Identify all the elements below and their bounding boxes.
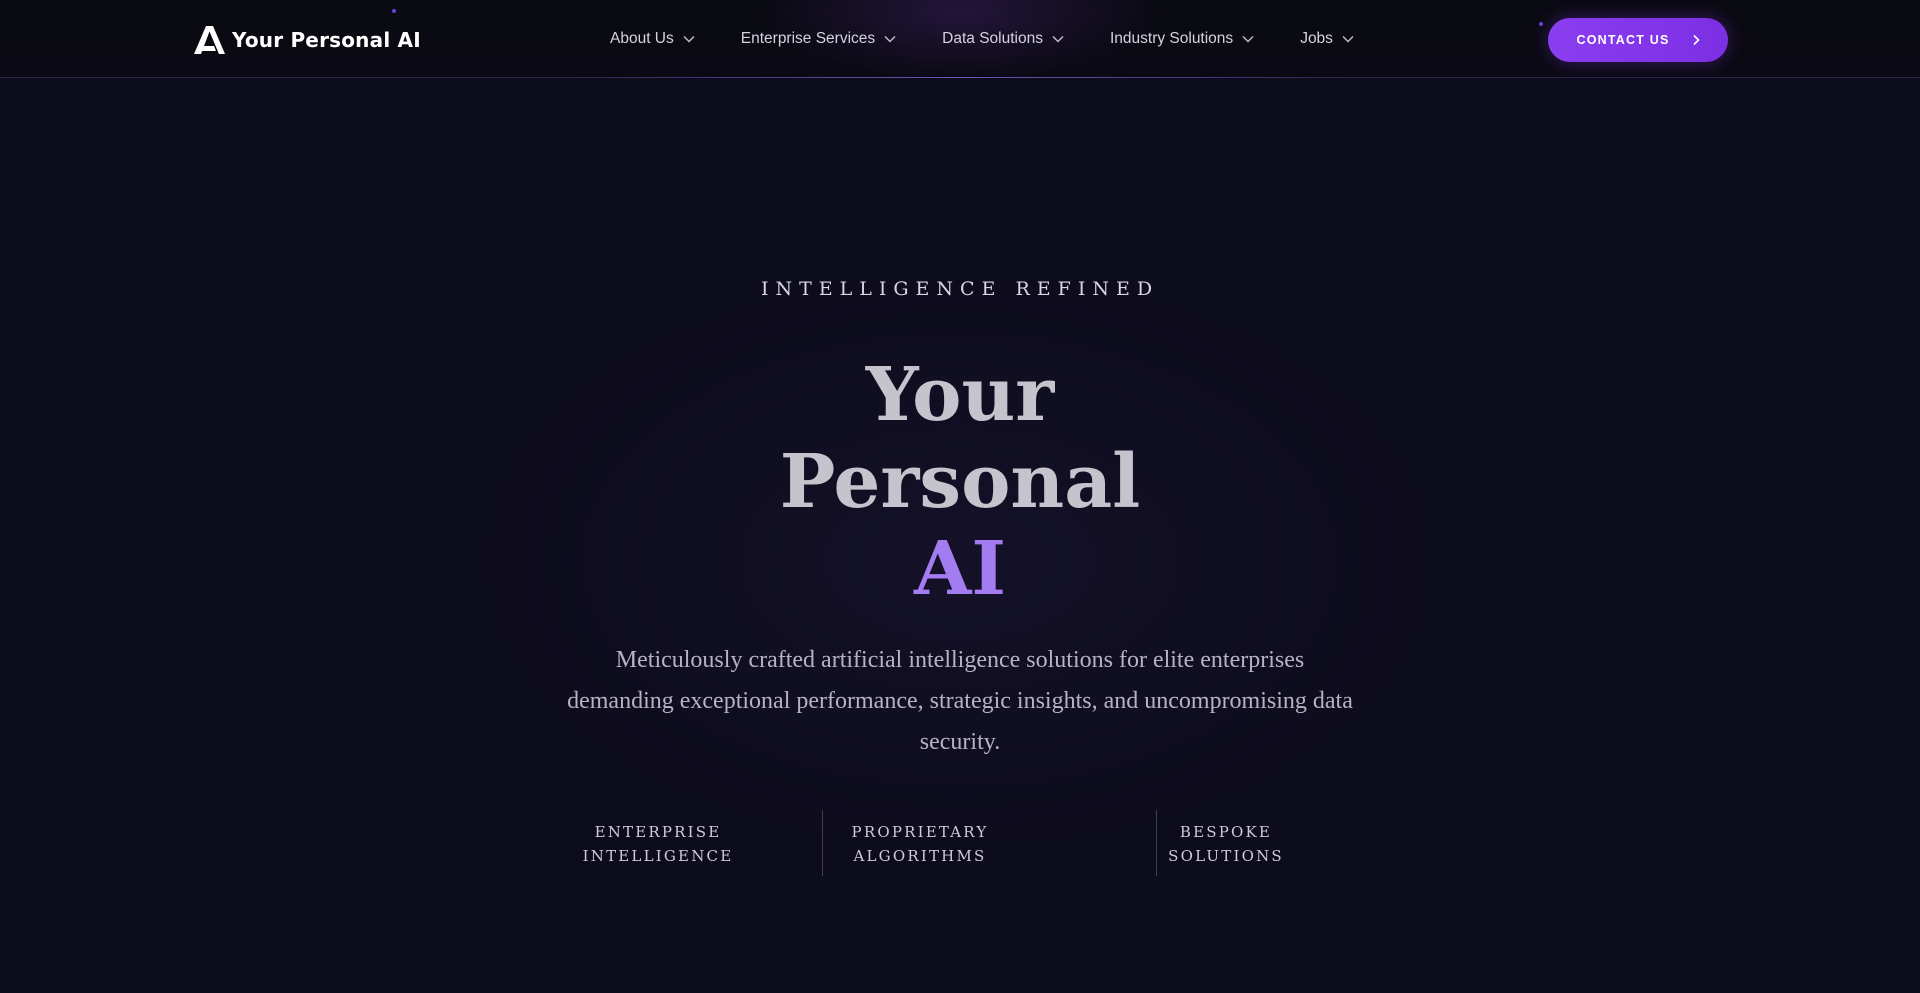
chevron-right-icon	[1692, 34, 1700, 46]
feature-bespoke-solutions: BESPOKE SOLUTIONS	[1128, 820, 1324, 868]
nav-item-label: Jobs	[1300, 30, 1333, 47]
nav-item-industry-solutions[interactable]: Industry Solutions	[1110, 30, 1254, 48]
chevron-down-icon	[1242, 35, 1254, 43]
hero-title: Your Personal AI	[0, 352, 1920, 613]
chevron-down-icon	[683, 35, 695, 43]
nav-item-jobs[interactable]: Jobs	[1300, 30, 1354, 48]
hero-description: Meticulously crafted artificial intellig…	[567, 647, 1353, 755]
hero-title-accent: AI	[913, 526, 1007, 612]
main-nav-menu: About Us Enterprise Services Data Soluti…	[610, 0, 1354, 78]
feature-label: ENTERPRISE	[594, 823, 722, 841]
chevron-down-icon	[1052, 35, 1064, 43]
nav-item-label: Industry Solutions	[1109, 30, 1234, 47]
nav-item-data-solutions[interactable]: Data Solutions	[942, 30, 1064, 48]
feature-highlights: ENTERPRISE INTELLIGENCE PROPRIETARY ALGO…	[560, 810, 1360, 876]
nav-item-about-us[interactable]: About Us	[610, 30, 695, 48]
feature-label: ALGORITHMS	[853, 847, 987, 865]
contact-us-label: CONTACT US	[1576, 33, 1670, 47]
hero-title-line: Your	[865, 352, 1055, 438]
brand-name: Your Personal AI	[232, 28, 421, 52]
feature-label: BESPOKE	[1179, 823, 1273, 841]
hero-title-line: Personal	[779, 439, 1141, 525]
a-logo-icon	[194, 26, 225, 54]
nav-item-enterprise-services[interactable]: Enterprise Services	[741, 30, 896, 48]
chevron-down-icon	[1342, 35, 1354, 43]
contact-us-button[interactable]: CONTACT US	[1548, 18, 1728, 62]
feature-label: SOLUTIONS	[1168, 847, 1284, 865]
nav-item-label: Data Solutions	[942, 30, 1043, 47]
top-navigation-bar: Your Personal AI About Us Enterprise Ser…	[0, 0, 1920, 80]
chevron-down-icon	[884, 35, 896, 43]
nav-item-label: Enterprise Services	[740, 30, 876, 47]
feature-enterprise-intelligence: ENTERPRISE INTELLIGENCE	[560, 820, 756, 868]
feature-label: PROPRIETARY	[851, 823, 989, 841]
feature-proprietary-algorithms: PROPRIETARY ALGORITHMS	[822, 820, 1018, 868]
hero-eyebrow: INTELLIGENCE REFINED	[760, 278, 1160, 300]
nav-item-label: About Us	[610, 30, 674, 47]
brand-logo-link[interactable]: Your Personal AI	[192, 22, 421, 58]
decorative-dot	[1539, 22, 1543, 26]
feature-label: INTELLIGENCE	[582, 847, 734, 865]
decorative-dot	[392, 9, 396, 13]
